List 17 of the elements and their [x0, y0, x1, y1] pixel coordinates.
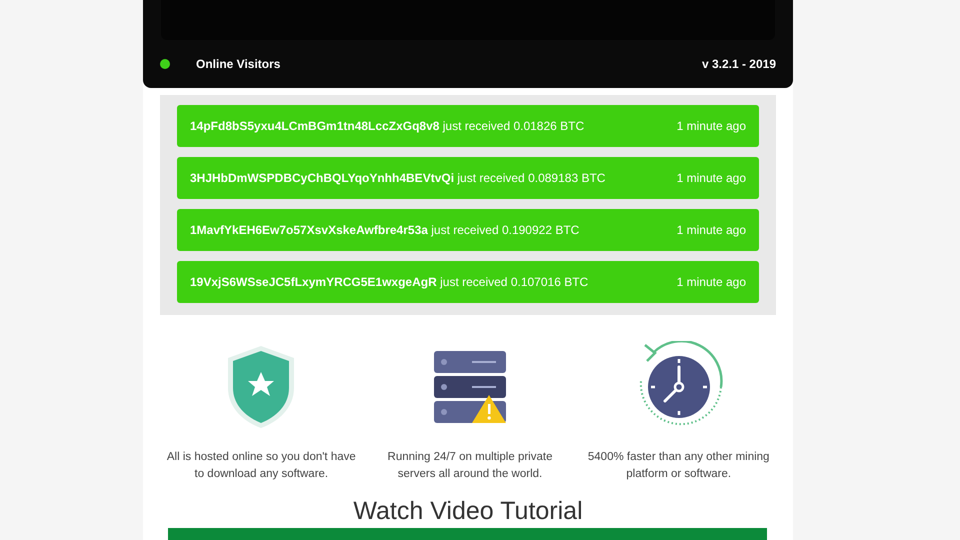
video-player[interactable]: [168, 528, 767, 540]
feature-text: All is hosted online so you don't have to download any software.: [166, 450, 356, 482]
version-label: v 3.2.1 - 2019: [702, 56, 776, 73]
feature-text: Running 24/7 on multiple private servers all around the world.: [386, 450, 554, 482]
feature-text: 5400% faster than any other mining platform or software.: [586, 450, 770, 482]
payout-time: 1 minute ago: [676, 274, 746, 291]
section-heading: Watch Video Tutorial: [352, 496, 584, 526]
payout-time: 1 minute ago: [676, 118, 746, 135]
payout-message: 3HJHbDmWSPDBCyChBQLYqoYnhh4BEVtvQi just received 0.089183 BTC: [190, 170, 606, 187]
payout-message: 14pFd8bS5yxu4LCmBGm1tn48LccZxGq8v8 just received 0.01826 BTC: [190, 118, 584, 135]
payout-message: 19VxjS6WSseJC5fLxymYRCG5E1wxgeAgR just received 0.107016 BTC: [190, 274, 588, 291]
online-visitors-label: Online Visitors: [196, 56, 280, 73]
payout-time: 1 minute ago: [676, 170, 746, 187]
server-warning-icon: [432, 349, 508, 425]
payout-time: 1 minute ago: [676, 222, 746, 239]
payout-message: 1MavfYkEH6Ew7o57XsvXskeAwfbre4r53a just received 0.190922 BTC: [190, 222, 580, 239]
shield-star-icon: [226, 344, 296, 430]
